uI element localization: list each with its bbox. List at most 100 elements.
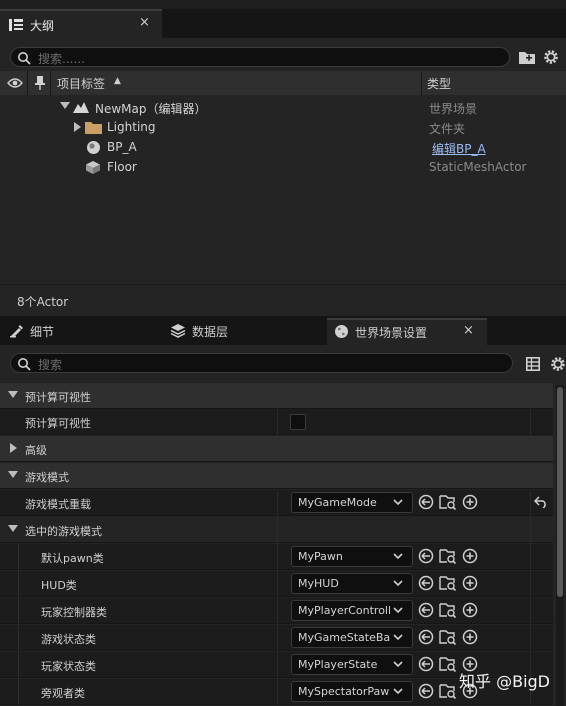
visibility-eye-icon[interactable] <box>7 77 23 89</box>
add-folder-icon[interactable] <box>518 49 536 65</box>
table-view-icon[interactable] <box>526 357 540 371</box>
browse-to-asset-icon[interactable] <box>418 548 434 564</box>
browse-to-asset-icon[interactable] <box>418 575 434 591</box>
blueprint-actor-icon <box>86 140 101 155</box>
row-name: Floor <box>107 160 137 174</box>
precompute-visibility-checkbox[interactable] <box>290 414 306 430</box>
collapse-arrow-icon[interactable] <box>8 391 18 399</box>
collapse-arrow-icon[interactable] <box>60 102 70 110</box>
combo-value: MyPlayerState <box>298 658 378 671</box>
top-strip <box>0 0 566 9</box>
outliner-row-bp-a[interactable]: BP_A 编辑BP_A <box>0 137 566 157</box>
category-label: 高级 <box>25 444 47 457</box>
column-item-label-header[interactable]: 项目标签 <box>57 75 105 92</box>
settings-gear-icon[interactable] <box>542 48 560 66</box>
sort-ascending-icon[interactable]: ▲ <box>114 76 121 86</box>
expand-arrow-icon[interactable] <box>74 122 82 132</box>
reset-to-default-icon[interactable] <box>534 496 548 508</box>
details-search-input[interactable]: 搜索 <box>10 353 513 373</box>
chevron-down-icon <box>393 661 403 668</box>
combo-value: MyGameStateBase <box>298 631 390 644</box>
property-label: HUD类 <box>41 579 77 592</box>
settings-gear-icon[interactable] <box>549 355 566 373</box>
column-type-header[interactable]: 类型 <box>427 75 451 92</box>
close-icon[interactable]: × <box>463 323 474 338</box>
property-row-game-state-class: 游戏状态类 MyGameStateBase <box>0 625 553 651</box>
outliner-row-newmap[interactable]: NewMap（编辑器） 世界场景 <box>0 97 566 117</box>
combo-value: MyPawn <box>298 550 343 563</box>
add-plus-icon[interactable] <box>462 548 478 564</box>
add-plus-icon[interactable] <box>462 602 478 618</box>
chevron-down-icon <box>393 553 403 560</box>
tab-details[interactable]: 细节 <box>0 318 160 345</box>
category-selected-game-mode[interactable]: 选中的游戏模式 <box>0 517 553 543</box>
browse-to-asset-icon[interactable] <box>418 494 434 510</box>
class-combo[interactable]: MyPawn <box>291 546 413 567</box>
map-icon <box>73 100 89 114</box>
tab-outliner[interactable]: 大纲 × <box>0 9 162 38</box>
property-row-player-controller-class: 玩家控制器类 MyPlayerController <box>0 598 553 624</box>
browse-to-asset-icon[interactable] <box>418 602 434 618</box>
class-combo[interactable]: MyGameStateBase <box>291 627 413 648</box>
collapse-arrow-icon[interactable] <box>8 471 18 479</box>
pin-icon[interactable] <box>34 75 46 91</box>
row-name: BP_A <box>107 140 137 154</box>
chevron-down-icon <box>393 688 403 695</box>
property-label: 预计算可视性 <box>25 417 91 430</box>
property-label: 游戏状态类 <box>41 633 96 646</box>
outliner-status-bar: 8个Actor <box>0 284 566 315</box>
outliner-icon <box>8 18 24 32</box>
close-icon[interactable]: × <box>139 15 150 30</box>
browse-folder-icon[interactable] <box>439 602 457 618</box>
tab-world-settings[interactable]: 世界场景设置 × <box>327 318 487 345</box>
game-mode-override-combo[interactable]: MyGameMode <box>291 492 413 513</box>
property-label: 玩家控制器类 <box>41 606 107 619</box>
row-type: 文件夹 <box>429 122 466 136</box>
category-game-mode[interactable]: 游戏模式 <box>0 463 553 489</box>
expand-arrow-icon[interactable] <box>10 443 18 453</box>
browse-folder-icon[interactable] <box>439 494 457 510</box>
layers-icon <box>170 323 186 338</box>
category-precompute-visibility[interactable]: 预计算可视性 <box>0 383 553 409</box>
details-scroll-thumb[interactable] <box>557 387 563 597</box>
tab-data-layers[interactable]: 数据层 <box>163 318 323 345</box>
browse-folder-icon[interactable] <box>439 656 457 672</box>
property-row-precompute-visibility: 预计算可视性 <box>0 409 553 435</box>
search-icon <box>17 357 31 371</box>
actor-count: 8个Actor <box>17 295 69 309</box>
chevron-down-icon <box>393 634 403 641</box>
details-tabbar: 细节 数据层 世界场景设置 × <box>0 318 566 345</box>
browse-folder-icon[interactable] <box>439 548 457 564</box>
browse-folder-icon[interactable] <box>439 683 457 699</box>
tab-data-layers-label: 数据层 <box>192 325 229 339</box>
browse-to-asset-icon[interactable] <box>418 629 434 645</box>
browse-to-asset-icon[interactable] <box>418 683 434 699</box>
class-combo[interactable]: MySpectatorPawn <box>291 681 413 702</box>
row-type: StaticMeshActor <box>429 160 527 174</box>
class-combo[interactable]: MyPlayerState <box>291 654 413 675</box>
property-label: 默认pawn类 <box>41 552 104 565</box>
category-advanced[interactable]: 高级 <box>0 436 553 462</box>
property-label: 游戏模式重载 <box>25 498 91 511</box>
property-row-hud-class: HUD类 MyHUD <box>0 571 553 597</box>
outliner-row-lighting[interactable]: Lighting 文件夹 <box>0 117 566 137</box>
add-plus-icon[interactable] <box>462 629 478 645</box>
folder-icon <box>85 121 102 134</box>
browse-to-asset-icon[interactable] <box>418 656 434 672</box>
browse-folder-icon[interactable] <box>439 575 457 591</box>
class-combo[interactable]: MyPlayerController <box>291 600 413 621</box>
property-label: 玩家状态类 <box>41 660 96 673</box>
outliner-column-header: 项目标签 ▲ 类型 <box>0 71 566 95</box>
browse-folder-icon[interactable] <box>439 629 457 645</box>
collapse-arrow-icon[interactable] <box>8 525 18 533</box>
outliner-search-input[interactable]: 搜索...... <box>10 47 510 67</box>
add-plus-icon[interactable] <box>462 494 478 510</box>
category-label: 游戏模式 <box>25 471 69 484</box>
tab-world-settings-label: 世界场景设置 <box>355 326 428 340</box>
chevron-down-icon <box>393 607 403 614</box>
combo-value: MyHUD <box>298 577 339 590</box>
edit-bp-a-link[interactable]: 编辑BP_A <box>432 140 486 157</box>
class-combo[interactable]: MyHUD <box>291 573 413 594</box>
add-plus-icon[interactable] <box>462 575 478 591</box>
outliner-row-floor[interactable]: Floor StaticMeshActor <box>0 157 566 177</box>
